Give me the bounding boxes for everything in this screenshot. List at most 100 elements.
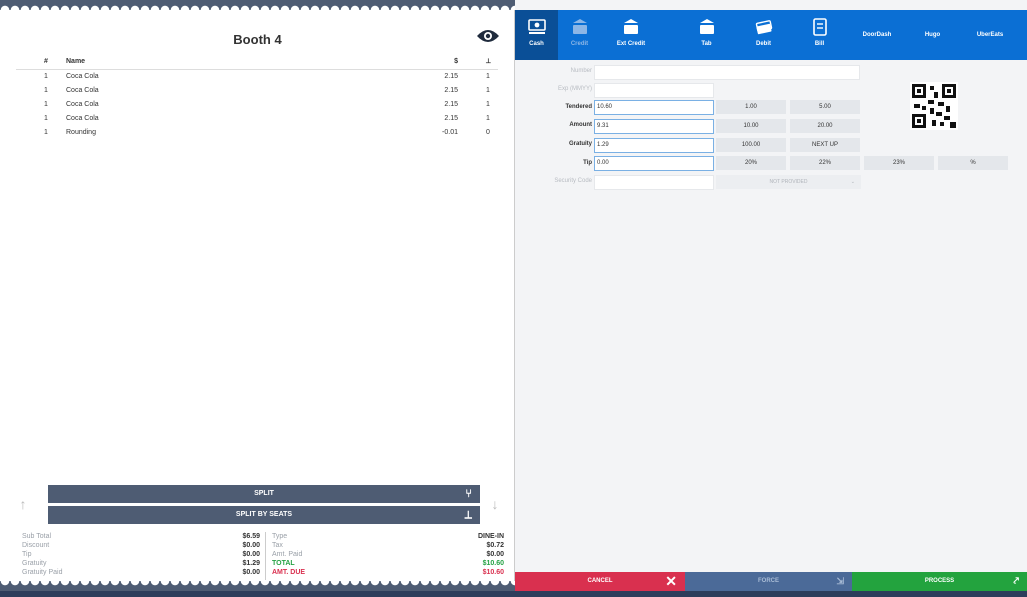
item-qty: 1 (44, 101, 48, 108)
debit-icon (755, 20, 772, 35)
gratuity-label: Gratuity (568, 141, 592, 147)
tab-ubereats-label: UberEats (976, 32, 1004, 38)
item-seat: 1 (486, 87, 490, 94)
quick-amount-button[interactable]: 10.00 (716, 119, 786, 133)
item-price: 2.15 (444, 115, 458, 122)
process-button[interactable]: PROCESS ⤤ (852, 572, 1027, 591)
tab-cash[interactable]: Cash (515, 10, 558, 60)
receipt-row[interactable]: 1 Rounding -0.01 0 (16, 127, 498, 141)
item-price: 2.15 (444, 87, 458, 94)
security-select-value: NOT PROVIDED (769, 179, 808, 185)
receipt-panel: Booth 4 # Name $ ⟂ 1 Coca Cola 2.15 1 1 … (0, 0, 515, 597)
amt-due-label: AMT. DUE (272, 569, 306, 576)
security-code-select[interactable]: NOT PROVIDED ⌄ (716, 175, 861, 189)
item-price: 2.15 (444, 101, 458, 108)
tab-ext-credit[interactable]: Ext Credit (601, 10, 661, 60)
cash-icon (527, 19, 546, 34)
seat-icon: ⟂ (464, 509, 472, 521)
exp-field[interactable] (594, 83, 714, 98)
tip-percent-button[interactable]: 20% (716, 156, 786, 170)
tip-label: Tip (22, 551, 32, 558)
tendered-field[interactable]: 10.60 (594, 100, 714, 115)
col-num: # (44, 58, 48, 65)
tab-debit[interactable]: Debit (742, 10, 785, 60)
item-qty: 1 (44, 115, 48, 122)
tax-label: Tax (272, 542, 283, 549)
number-field[interactable] (594, 65, 860, 80)
receipt-bottom-edge (0, 581, 515, 591)
credit-card-icon (572, 19, 587, 34)
amt-paid-value: $0.00 (486, 551, 504, 558)
tab-ubereats[interactable]: UberEats (963, 10, 1017, 60)
arrow-down-icon[interactable]: ↓ (486, 496, 504, 514)
receipt-row[interactable]: 1 Coca Cola 2.15 1 (16, 85, 498, 99)
totals-section: Sub Total $6.59 Discount $0.00 Tip $0.00… (0, 530, 515, 580)
amt-paid-label: Amt. Paid (272, 551, 303, 558)
tip-percent-button[interactable]: 23% (864, 156, 934, 170)
close-icon: ✕ (665, 573, 677, 589)
tip-custom-button[interactable]: % (938, 156, 1008, 170)
tendered-label: Tendered (565, 104, 592, 110)
subtotal-value: $6.59 (242, 533, 260, 540)
item-name: Coca Cola (66, 115, 99, 122)
quick-amount-button[interactable]: 100.00 (716, 138, 786, 152)
process-label: PROCESS (924, 578, 955, 584)
tip-field[interactable]: 0.00 (594, 156, 714, 171)
gratuity-paid-label: Gratuity Paid (22, 569, 63, 576)
tip-value: $0.00 (242, 551, 260, 558)
arrow-up-icon[interactable]: ↑ (14, 496, 32, 514)
item-name: Coca Cola (66, 73, 99, 80)
tip-percent-button[interactable]: 22% (790, 156, 860, 170)
receipt-row[interactable]: 1 Coca Cola 2.15 1 (16, 113, 498, 127)
amt-due-value: $10.60 (482, 569, 504, 576)
quick-amount-button[interactable]: 5.00 (790, 100, 860, 114)
tab-hugo-label: Hugo (924, 32, 941, 38)
item-qty: 1 (44, 129, 48, 136)
chevron-down-icon: ⌄ (850, 179, 855, 185)
bill-icon (812, 18, 827, 36)
subtotal-label: Sub Total (22, 533, 52, 540)
amount-label: Amount (569, 122, 592, 128)
receipt-title: Booth 4 (233, 32, 282, 47)
split-by-seats-button[interactable]: SPLIT BY SEATS ⟂ (48, 506, 480, 524)
eye-icon[interactable] (476, 28, 500, 44)
tab-doordash-label: DoorDash (862, 32, 892, 38)
tab-debit-label: Debit (756, 41, 771, 47)
item-price: 2.15 (444, 73, 458, 80)
receipt-row[interactable]: 1 Coca Cola 2.15 1 (16, 71, 498, 85)
quick-amount-button[interactable]: 20.00 (790, 119, 860, 133)
receipt-row[interactable]: 1 Coca Cola 2.15 1 (16, 99, 498, 113)
gratuity-paid-value: $0.00 (242, 569, 260, 576)
security-code-field[interactable] (594, 175, 714, 190)
discount-value: $0.00 (242, 542, 260, 549)
totals-divider (265, 532, 266, 580)
force-button[interactable]: FORCE ⇲ (685, 572, 852, 591)
gratuity-field[interactable]: 1.29 (594, 138, 714, 153)
tab-hugo[interactable]: Hugo (910, 10, 955, 60)
payment-method-tabs: Cash Credit Ext Credit Tab Debit Bill Do… (515, 10, 1027, 60)
tab-cash-label: Cash (529, 41, 544, 47)
tab-doordash[interactable]: DoorDash (852, 10, 902, 60)
amount-field[interactable]: 9.31 (594, 119, 714, 134)
quick-amount-button[interactable]: 1.00 (716, 100, 786, 114)
tab-bill-label: Bill (814, 41, 825, 47)
tab-tab[interactable]: Tab (685, 10, 728, 60)
gratuity-value: $1.29 (242, 560, 260, 567)
cancel-button[interactable]: CANCEL ✕ (515, 572, 685, 591)
security-code-label: Security Code (554, 178, 592, 184)
tab-credit[interactable]: Credit (558, 10, 601, 60)
type-value: DINE-IN (477, 533, 504, 540)
split-label: SPLIT (254, 490, 274, 497)
split-button[interactable]: SPLIT ⑂ (48, 485, 480, 503)
action-bar: CANCEL ✕ FORCE ⇲ PROCESS ⤤ (515, 572, 1027, 591)
type-label: Type (272, 533, 288, 540)
gratuity-label: Gratuity (22, 560, 47, 567)
next-up-button[interactable]: NEXT UP (790, 138, 860, 152)
tip-label: Tip (583, 160, 592, 166)
ext-credit-icon (624, 19, 638, 34)
force-icon: ⇲ (836, 576, 844, 586)
tab-bill[interactable]: Bill (798, 10, 841, 60)
tab-icon (699, 19, 714, 34)
item-seat: 1 (486, 115, 490, 122)
item-name: Coca Cola (66, 87, 99, 94)
